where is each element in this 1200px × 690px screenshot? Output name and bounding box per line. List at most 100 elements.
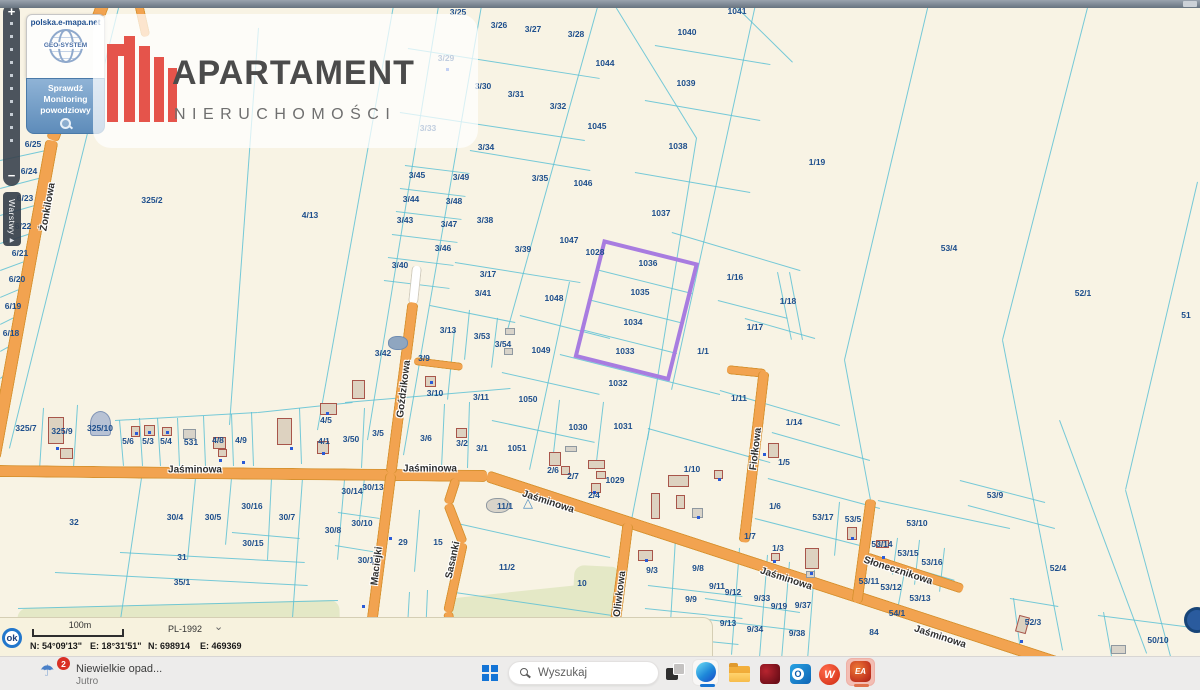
parcel-label: 1047	[560, 235, 579, 245]
zoom-out-button[interactable]: −	[3, 168, 20, 184]
parcel-label: 32	[69, 517, 78, 527]
parcel-label: 9/11	[709, 581, 725, 591]
parcel-label: 1048	[545, 293, 564, 303]
watermark-subtitle: NIERUCHOMOŚCI	[174, 106, 396, 124]
address-point	[773, 560, 776, 563]
parcel-boundary-line	[414, 510, 420, 572]
zoom-control[interactable]: + −	[3, 4, 20, 186]
parcel-label: 9/12	[725, 587, 742, 597]
geo-system-globe-icon: GEO-SYSTEM	[49, 29, 83, 63]
parcel-label: 3/45	[409, 170, 426, 180]
parcel-label: 6/25	[25, 139, 42, 149]
address-point	[322, 452, 325, 455]
parcel-label: 11/2	[499, 562, 515, 572]
address-point	[362, 605, 365, 608]
parcel-label: 1/3	[772, 543, 784, 553]
building	[456, 428, 467, 438]
parcel-label: 52/1	[1075, 288, 1092, 298]
parcel-label: 1051	[508, 443, 527, 453]
building	[676, 495, 685, 509]
layers-panel-tab[interactable]: Warstwy ▶	[3, 192, 21, 246]
file-explorer-icon[interactable]	[729, 666, 750, 682]
start-button[interactable]	[482, 665, 498, 681]
parcel-label: 2/4	[588, 490, 600, 500]
map-edge-button[interactable]	[1184, 607, 1200, 633]
address-point	[148, 431, 151, 434]
parcel-label: 3/9	[418, 353, 430, 363]
parcel-label: 11/1	[497, 501, 513, 511]
parcel-label: 1045	[588, 121, 607, 131]
parcel-label: 325/2	[141, 195, 162, 205]
ea-app-icon[interactable]: EA	[850, 661, 871, 682]
building	[60, 448, 73, 459]
parcel-boundary-line	[203, 416, 206, 466]
weather-umbrella-icon[interactable]: ☂	[40, 661, 54, 681]
parcel-boundary-line	[120, 552, 305, 563]
parcel-boundary-line	[1125, 182, 1198, 490]
edge-browser-icon[interactable]	[696, 662, 716, 682]
parcel-label: 3/2	[456, 438, 468, 448]
task-view-button[interactable]	[666, 663, 686, 681]
address-point	[1020, 640, 1023, 643]
crs-selector[interactable]: PL-1992	[168, 624, 202, 634]
parcel-label: 9/34	[747, 624, 764, 634]
parcel-label: 325/7	[15, 423, 36, 433]
parcel-label: 53/4	[941, 243, 958, 253]
parcel-label: 29	[398, 537, 407, 547]
taskbar-search[interactable]: Wyszukaj	[508, 661, 659, 685]
parcel-label: 30/16	[241, 501, 262, 511]
parcel-boundary-line	[718, 300, 788, 319]
parcel-label: 3/31	[508, 89, 525, 99]
layers-arrow-icon: ▶	[10, 237, 15, 244]
address-point	[430, 381, 433, 384]
weather-title[interactable]: Niewielkie opad...	[76, 663, 162, 675]
wps-office-icon[interactable]: W	[819, 664, 840, 685]
parcel-label: 1/14	[786, 417, 803, 427]
parcel-label: 1040	[678, 27, 697, 37]
zoom-slider-track[interactable]	[10, 22, 13, 148]
parcel-label: 9/13	[720, 618, 737, 628]
outlook-icon[interactable]: O	[790, 664, 811, 684]
parcel-label: 3/43	[397, 215, 414, 225]
parcel-label: 1049	[532, 345, 551, 355]
parcel-boundary-line	[844, 360, 871, 500]
parcel-boundary-line	[177, 418, 180, 466]
parcel-label: 1/17	[747, 322, 764, 332]
parcel-label: 1/7	[744, 531, 756, 541]
parcel-boundary-line	[267, 478, 272, 560]
ok-button[interactable]: ok	[2, 628, 22, 648]
site-name: polska.e-mapa.net	[27, 18, 104, 27]
building	[651, 493, 660, 519]
weather-subtitle: Jutro	[76, 676, 98, 687]
chevron-down-icon[interactable]: ⌄	[214, 620, 223, 633]
layers-tab-label: Warstwy	[7, 199, 17, 235]
photos-app-icon[interactable]	[760, 664, 780, 684]
parcel-label: 1044	[596, 58, 615, 68]
parcel-boundary-line	[258, 402, 352, 413]
parcel-label: 9/33	[754, 593, 771, 603]
parcel-label: 30/4	[167, 512, 184, 522]
building	[668, 475, 689, 487]
parcel-boundary-line	[635, 172, 750, 193]
parcel-label: 3/6	[420, 433, 432, 443]
building	[1111, 645, 1126, 654]
desktop-screen: △ 6/256/246/236/226/216/206/196/18325/24…	[0, 0, 1200, 690]
window-titlebar	[0, 0, 1200, 8]
parcel-label: 6/18	[3, 328, 20, 338]
address-point	[219, 459, 222, 462]
address-point	[56, 447, 59, 450]
parcel-label: 30/7	[279, 512, 296, 522]
parcel-label: 3/53	[474, 331, 491, 341]
parcel-boundary-line	[529, 282, 570, 470]
parcel-boundary-line	[251, 412, 254, 466]
parcel-boundary-line	[115, 412, 258, 421]
parcel-label: 3/26	[491, 20, 508, 30]
parcel-label: 3/40	[392, 260, 409, 270]
parcel-label: 9/37	[795, 600, 812, 610]
parcel-label: 53/15	[897, 548, 918, 558]
building	[805, 548, 819, 569]
parcel-label: 3/50	[343, 434, 360, 444]
parcel-label: 1/1	[697, 346, 709, 356]
parcel-boundary-line	[430, 305, 515, 323]
address-point	[697, 516, 700, 519]
